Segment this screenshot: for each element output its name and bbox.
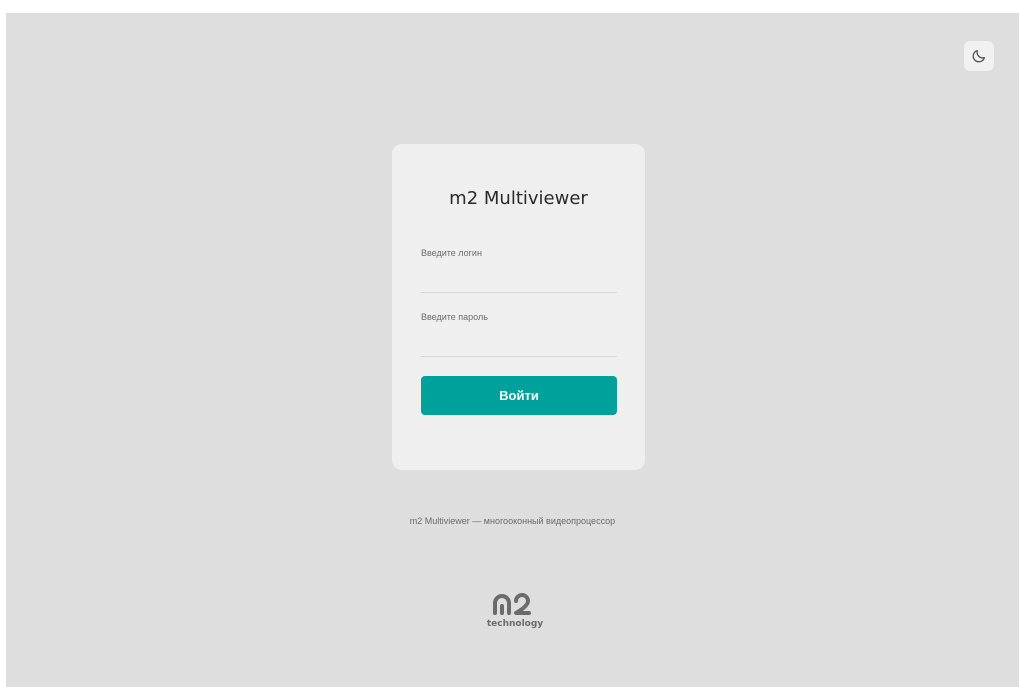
page-background: m2 Multiviewer Введите логин Введите пар…: [6, 13, 1019, 687]
footer-tagline: m2 Multiviewer — многооконный видеопроце…: [409, 516, 616, 526]
login-title: m2 Multiviewer: [449, 188, 588, 209]
password-field-group: Введите пароль: [421, 312, 617, 357]
moon-icon: [972, 50, 985, 63]
login-card: m2 Multiviewer Введите логин Введите пар…: [392, 144, 645, 470]
password-input[interactable]: [421, 336, 617, 357]
login-button[interactable]: Войти: [421, 376, 617, 415]
login-input[interactable]: [421, 272, 617, 293]
password-label: Введите пароль: [421, 312, 488, 322]
login-field-group: Введите логин: [421, 248, 617, 293]
theme-toggle-button[interactable]: [964, 41, 994, 71]
logo-text: technology: [487, 619, 543, 629]
m2-technology-logo: technology: [487, 593, 543, 629]
login-label: Введите логин: [421, 248, 482, 258]
